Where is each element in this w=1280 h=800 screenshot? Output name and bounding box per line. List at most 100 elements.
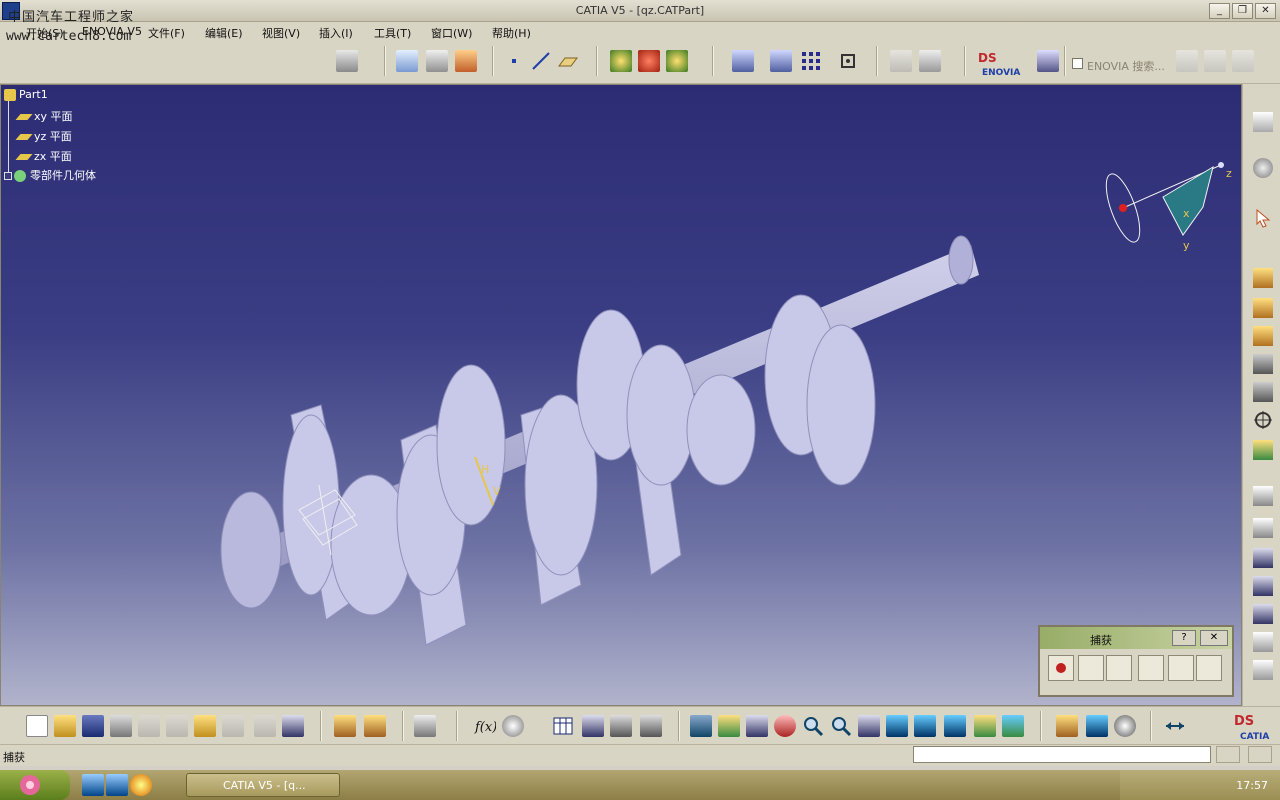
catia-logo[interactable]: DS CATIA: [1230, 709, 1278, 743]
capture-close-button[interactable]: ✕: [1200, 630, 1228, 646]
render-icon[interactable]: [1086, 715, 1108, 737]
measure-icon[interactable]: [732, 50, 754, 72]
remove-face-icon[interactable]: [1253, 660, 1273, 680]
table-icon[interactable]: [919, 50, 941, 72]
capture-title-bar[interactable]: 捕获 ? ✕: [1040, 627, 1232, 649]
fit-all-in-icon[interactable]: [718, 715, 740, 737]
capture-settings-icon[interactable]: [1196, 655, 1222, 681]
normal-view-icon[interactable]: [858, 715, 880, 737]
new-file-icon[interactable]: [26, 715, 48, 737]
select-arrow-icon[interactable]: [1253, 208, 1273, 228]
fillet-icon[interactable]: [1253, 486, 1273, 506]
taskbar-catia-item[interactable]: CATIA V5 - [q...: [186, 773, 340, 797]
image-icon[interactable]: [1168, 655, 1194, 681]
paste-icon[interactable]: [194, 715, 216, 737]
pocket-icon[interactable]: [1253, 298, 1273, 318]
tree-item-part-body[interactable]: 零部件几何体: [4, 167, 96, 183]
fly-mode-icon[interactable]: [690, 715, 712, 737]
sketcher-icon[interactable]: [455, 50, 477, 72]
media-icon[interactable]: [414, 715, 436, 737]
fit-all-icon[interactable]: [837, 50, 859, 72]
tree-item-zx-plane[interactable]: zx 平面: [15, 148, 72, 164]
save-icon[interactable]: [82, 715, 104, 737]
sketch-icon[interactable]: [1253, 112, 1273, 132]
hole-icon[interactable]: [1253, 382, 1273, 402]
zoom-out-icon[interactable]: [830, 715, 852, 737]
record-icon[interactable]: [1048, 655, 1074, 681]
point-icon[interactable]: [503, 50, 525, 72]
menu-window[interactable]: 窗口(W): [431, 25, 472, 41]
enovia-logo[interactable]: DS ENOVIA: [976, 48, 1026, 78]
enovia-save-icon[interactable]: [1204, 50, 1226, 72]
start-button[interactable]: [0, 770, 70, 800]
manual-update-icon[interactable]: [666, 50, 688, 72]
command-button-1[interactable]: [1216, 746, 1240, 763]
publish-icon[interactable]: [334, 715, 356, 737]
swap-space-icon[interactable]: [1002, 715, 1024, 737]
table-grid-icon[interactable]: [552, 715, 574, 737]
thickness-icon[interactable]: [1253, 604, 1273, 624]
enovia-open-icon[interactable]: [1232, 50, 1254, 72]
capture-help-button[interactable]: ?: [1172, 630, 1196, 646]
iso-view-icon[interactable]: [914, 715, 936, 737]
crankshaft-model[interactable]: H V x y z: [1, 85, 1243, 707]
sketch-text-icon[interactable]: [396, 50, 418, 72]
measure-item-icon[interactable]: [364, 715, 386, 737]
command-button-2[interactable]: [1248, 746, 1272, 763]
3d-viewport[interactable]: H V x y z: [0, 84, 1242, 706]
grid-icon[interactable]: [800, 50, 822, 72]
pan-icon[interactable]: [746, 715, 768, 737]
pad-icon[interactable]: [1253, 268, 1273, 288]
rib-icon[interactable]: [1253, 440, 1273, 460]
zoom-in-icon[interactable]: [802, 715, 824, 737]
menu-edit[interactable]: 编辑(E): [205, 25, 243, 41]
menu-help[interactable]: 帮助(H): [492, 25, 531, 41]
menu-tools[interactable]: 工具(T): [374, 25, 411, 41]
tree-item-xy-plane[interactable]: xy 平面: [15, 108, 73, 124]
restore-button[interactable]: ❐: [1232, 3, 1253, 19]
close-button[interactable]: ✕: [1255, 3, 1276, 19]
target-icon[interactable]: [1253, 410, 1273, 430]
menu-file[interactable]: 文件(F): [148, 25, 185, 41]
scene-icon[interactable]: [1114, 715, 1136, 737]
part-body-icon[interactable]: [336, 50, 358, 72]
minimize-button[interactable]: _: [1209, 3, 1230, 19]
tree-root[interactable]: Part1: [4, 88, 48, 101]
command-input[interactable]: [913, 746, 1211, 763]
chamfer-icon[interactable]: [1253, 518, 1273, 538]
print-icon[interactable]: [110, 715, 132, 737]
expand-icon[interactable]: [4, 172, 12, 180]
copy-icon[interactable]: [166, 715, 188, 737]
quicklaunch-ie-icon[interactable]: [82, 774, 104, 796]
plane-icon[interactable]: [557, 50, 579, 72]
quicklaunch-browser-icon[interactable]: [106, 774, 128, 796]
enovia-search-checkbox[interactable]: [1072, 58, 1083, 69]
lock-icon[interactable]: [610, 715, 632, 737]
view-mode-icon[interactable]: [770, 50, 792, 72]
redo-icon[interactable]: [254, 715, 276, 737]
multi-view-icon[interactable]: [886, 715, 908, 737]
select-mode-icon[interactable]: [1078, 655, 1104, 681]
compass-widget[interactable]: x y z: [1099, 162, 1232, 252]
update-icon[interactable]: [610, 50, 632, 72]
parameters-icon[interactable]: [640, 715, 662, 737]
groove-icon[interactable]: [1253, 354, 1273, 374]
draft-icon[interactable]: [1253, 548, 1273, 568]
whats-this-icon[interactable]: [282, 715, 304, 737]
system-clock[interactable]: 17:57: [1236, 779, 1268, 792]
open-file-icon[interactable]: [54, 715, 76, 737]
knowledge-icon[interactable]: [502, 715, 524, 737]
cut-icon[interactable]: [138, 715, 160, 737]
menu-insert[interactable]: 插入(I): [319, 25, 353, 41]
undo-icon[interactable]: [222, 715, 244, 737]
quicklaunch-firefox-icon[interactable]: [130, 774, 152, 796]
catalog-icon[interactable]: [890, 50, 912, 72]
line-icon[interactable]: [530, 50, 552, 72]
material-icon[interactable]: [1056, 715, 1078, 737]
tree-item-yz-plane[interactable]: yz 平面: [15, 128, 72, 144]
gear-icon[interactable]: [1253, 158, 1273, 178]
update-all-icon[interactable]: [638, 50, 660, 72]
thread-icon[interactable]: [1253, 632, 1273, 652]
formula-icon[interactable]: f(x): [474, 715, 497, 737]
tree-view-icon[interactable]: [582, 715, 604, 737]
